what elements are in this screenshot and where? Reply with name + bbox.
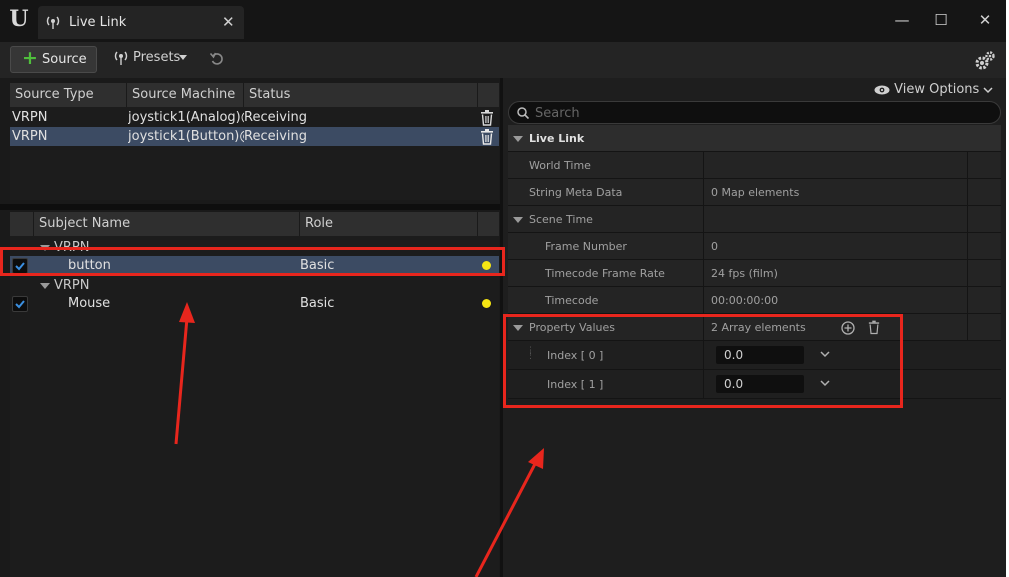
source-type: VRPN bbox=[12, 110, 48, 125]
property-row-world-time: World Time bbox=[508, 152, 1001, 179]
column-role[interactable]: Role bbox=[300, 212, 478, 236]
unreal-logo-icon[interactable]: U bbox=[6, 6, 32, 32]
tab-live-link[interactable]: Live Link ✕ bbox=[38, 6, 244, 39]
property-label: Timecode Frame Rate bbox=[545, 267, 665, 280]
expand-arrow-icon[interactable] bbox=[40, 282, 50, 289]
sources-list: Source Type Source Machine Status VRPN j… bbox=[10, 83, 499, 200]
property-label: Scene Time bbox=[529, 213, 593, 226]
toolbar: + Source Presets bbox=[0, 42, 1006, 78]
property-label: World Time bbox=[529, 159, 591, 172]
property-row-scene-time[interactable]: Scene Time bbox=[508, 206, 1001, 233]
property-label: Frame Number bbox=[545, 240, 627, 253]
trash-icon[interactable] bbox=[480, 110, 494, 126]
property-row-string-meta: String Meta Data 0 Map elements bbox=[508, 179, 1001, 206]
property-label: String Meta Data bbox=[529, 186, 623, 199]
source-status: Receiving bbox=[244, 110, 308, 125]
title-bar: U Live Link ✕ — ☐ ✕ bbox=[0, 0, 1006, 42]
tab-title: Live Link bbox=[69, 15, 127, 30]
subject-row[interactable]: Mouse Basic bbox=[10, 294, 499, 313]
add-source-label: Source bbox=[42, 52, 87, 67]
property-row-timecode-rate: Timecode Frame Rate 24 fps (film) bbox=[508, 260, 1001, 287]
status-dot-icon bbox=[482, 299, 491, 308]
category-live-link[interactable]: Live Link bbox=[508, 125, 1001, 152]
plus-icon: + bbox=[22, 47, 38, 69]
panel-splitter[interactable] bbox=[0, 204, 503, 210]
trash-icon[interactable] bbox=[480, 129, 494, 145]
collapse-arrow-icon[interactable] bbox=[513, 217, 523, 223]
eye-icon bbox=[874, 85, 890, 94]
close-window-button[interactable]: ✕ bbox=[975, 10, 995, 30]
presets-dropdown-icon[interactable] bbox=[179, 55, 187, 60]
collapse-arrow-icon[interactable] bbox=[513, 136, 523, 142]
subjects-header: Subject Name Role bbox=[10, 212, 499, 236]
subject-enabled-checkbox[interactable] bbox=[12, 296, 28, 312]
view-options-button[interactable]: View Options bbox=[874, 82, 993, 97]
subject-role: Basic bbox=[300, 296, 335, 311]
property-value: 0 Map elements bbox=[711, 186, 800, 199]
source-row[interactable]: VRPN joystick1(Button)@1 Receiving bbox=[10, 127, 499, 146]
settings-gear-icon[interactable] bbox=[974, 50, 996, 72]
subject-group-vrpn[interactable]: VRPN bbox=[40, 278, 90, 293]
search-icon bbox=[517, 107, 529, 119]
property-row-frame-number: Frame Number 0 bbox=[508, 233, 1001, 260]
live-link-window: U Live Link ✕ — ☐ ✕ + Source Presets Sou… bbox=[0, 0, 1006, 577]
column-source-machine[interactable]: Source Machine bbox=[127, 83, 244, 107]
column-checkbox bbox=[10, 212, 34, 236]
details-search bbox=[508, 101, 1001, 124]
group-label: VRPN bbox=[54, 278, 90, 293]
column-source-type[interactable]: Source Type bbox=[10, 83, 127, 107]
checkmark-icon bbox=[15, 300, 25, 309]
minimize-button[interactable]: — bbox=[892, 10, 912, 30]
property-label: Timecode bbox=[545, 294, 599, 307]
source-type: VRPN bbox=[12, 129, 48, 144]
left-panel: Source Type Source Machine Status VRPN j… bbox=[0, 78, 503, 577]
column-subject-name[interactable]: Subject Name bbox=[34, 212, 300, 236]
revert-icon[interactable] bbox=[209, 51, 225, 67]
source-machine: joystick1(Analog)@1 bbox=[128, 110, 244, 125]
property-row-timecode: Timecode 00:00:00:00 bbox=[508, 287, 1001, 314]
property-value: 0 bbox=[711, 240, 718, 253]
presets-icon[interactable] bbox=[114, 50, 128, 66]
source-status: Receiving bbox=[244, 129, 308, 144]
property-value: 00:00:00:00 bbox=[711, 294, 779, 307]
maximize-button[interactable]: ☐ bbox=[931, 10, 951, 30]
live-link-icon bbox=[46, 16, 60, 29]
column-status[interactable]: Status bbox=[244, 83, 478, 107]
annotation-highlight-box bbox=[0, 247, 505, 276]
source-machine: joystick1(Button)@1 bbox=[128, 129, 244, 144]
sources-header: Source Type Source Machine Status bbox=[10, 83, 499, 107]
tab-close-icon[interactable]: ✕ bbox=[222, 13, 235, 31]
search-input[interactable] bbox=[535, 105, 975, 121]
presets-button[interactable]: Presets bbox=[133, 50, 180, 65]
source-row[interactable]: VRPN joystick1(Analog)@1 Receiving bbox=[10, 108, 499, 127]
chevron-down-icon bbox=[983, 86, 993, 93]
subject-name: Mouse bbox=[68, 296, 111, 311]
annotation-highlight-box bbox=[503, 314, 903, 408]
property-value: 24 fps (film) bbox=[711, 267, 778, 280]
category-label: Live Link bbox=[529, 132, 585, 145]
view-options-label: View Options bbox=[894, 82, 980, 97]
add-source-button[interactable]: + Source bbox=[10, 46, 97, 73]
